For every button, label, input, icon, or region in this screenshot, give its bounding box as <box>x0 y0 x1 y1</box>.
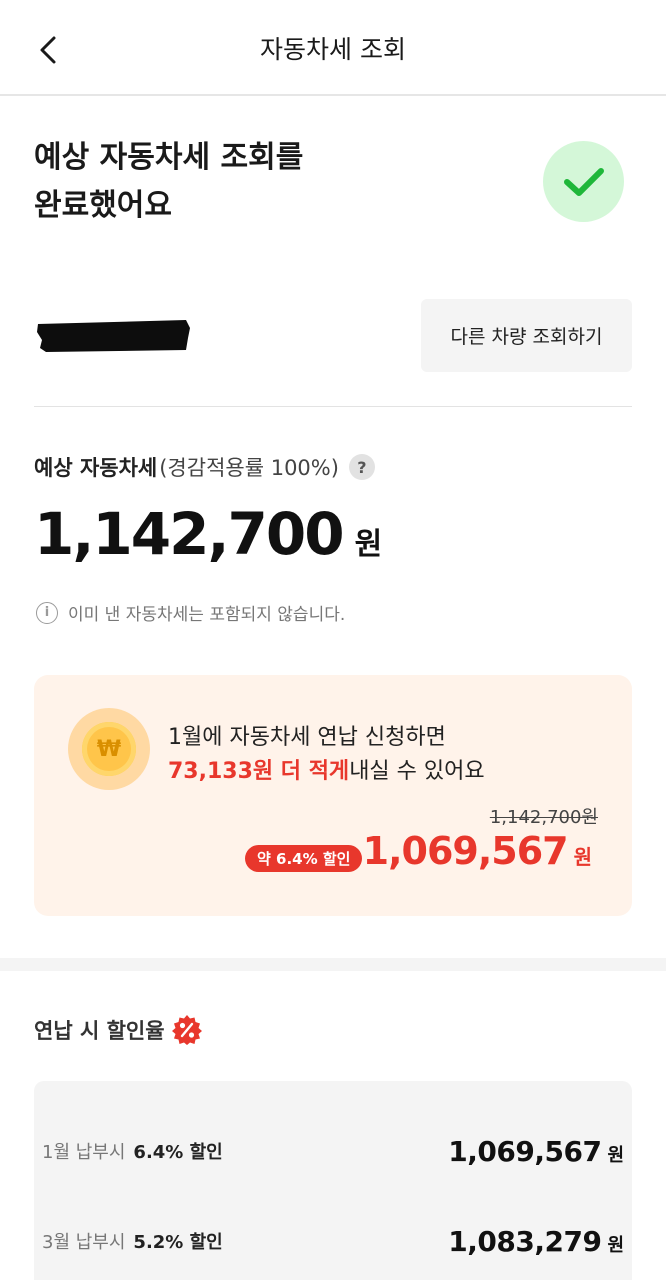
payment-amount: 1,069,567 <box>448 1134 602 1168</box>
coin-icon: ₩ <box>68 708 150 790</box>
tax-amount-value: 1,142,700 <box>34 500 345 568</box>
discount-rate-title-text: 연납 시 할인율 <box>34 1019 165 1043</box>
rate-row: 3월 납부시 5.2% 할인 1,083,279 원 <box>42 1221 624 1261</box>
estimated-tax-amount: 1,142,700 원 <box>34 500 382 568</box>
tax-amount-unit: 원 <box>354 527 383 562</box>
discount-rate: 5.2% 할인 <box>133 1232 223 1253</box>
result-title: 예상 자동차세 조회를 완료했어요 <box>34 140 304 223</box>
discount-rate: 6.4% 할인 <box>133 1142 223 1163</box>
won-symbol: ₩ <box>96 736 122 762</box>
divider <box>34 406 632 407</box>
success-badge <box>543 141 624 222</box>
payment-amount: 1,083,279 <box>448 1224 602 1258</box>
payment-month: 1월 납부시 <box>42 1142 126 1163</box>
app-header: 자동차세 조회 <box>0 0 666 96</box>
discounted-price-unit: 원 <box>573 845 592 869</box>
notice: i 이미 낸 자동차세는 포함되지 않습니다. <box>36 600 345 625</box>
estimated-tax-label-main: 예상 자동차세 <box>34 456 158 480</box>
page-title: 자동차세 조회 <box>260 35 406 64</box>
estimated-tax-label: 예상 자동차세 (경감적용률 100%) ? <box>34 452 375 482</box>
reduction-rate-label: (경감적용률 100%) <box>159 456 339 480</box>
discounted-price: 1,069,567 원 <box>363 829 592 873</box>
section-divider <box>0 958 666 971</box>
discount-rate-section-title: 연납 시 할인율 <box>34 1014 203 1046</box>
check-icon <box>563 167 604 196</box>
savings-amount: 73,133원 더 적게 <box>168 759 350 784</box>
discount-badge: 약 6.4% 할인 <box>245 845 363 872</box>
discounted-price-value: 1,069,567 <box>362 829 569 873</box>
promo-headline: 1월에 자동차세 연납 신청하면 <box>168 725 446 750</box>
payment-unit: 원 <box>607 1234 624 1256</box>
notice-text: 이미 낸 자동차세는 포함되지 않습니다. <box>68 605 346 625</box>
payment-month: 3월 납부시 <box>42 1232 126 1253</box>
original-price: 1,142,700원 <box>489 807 598 828</box>
annual-payment-promo-card[interactable]: ₩ 1월에 자동차세 연납 신청하면 73,133원 더 적게내실 수 있어요 … <box>34 675 632 916</box>
percent-badge-icon <box>171 1015 202 1045</box>
payment-unit: 원 <box>607 1144 624 1166</box>
help-icon[interactable]: ? <box>348 454 375 480</box>
other-vehicle-lookup-button[interactable]: 다른 차량 조회하기 <box>421 299 632 372</box>
savings-text: 내실 수 있어요 <box>349 759 485 784</box>
redacted-plate-number <box>37 320 190 352</box>
promo-savings-line: 73,133원 더 적게내실 수 있어요 <box>168 753 485 785</box>
info-icon: i <box>36 601 58 624</box>
rate-row: 1월 납부시 6.4% 할인 1,069,567 원 <box>42 1131 624 1171</box>
